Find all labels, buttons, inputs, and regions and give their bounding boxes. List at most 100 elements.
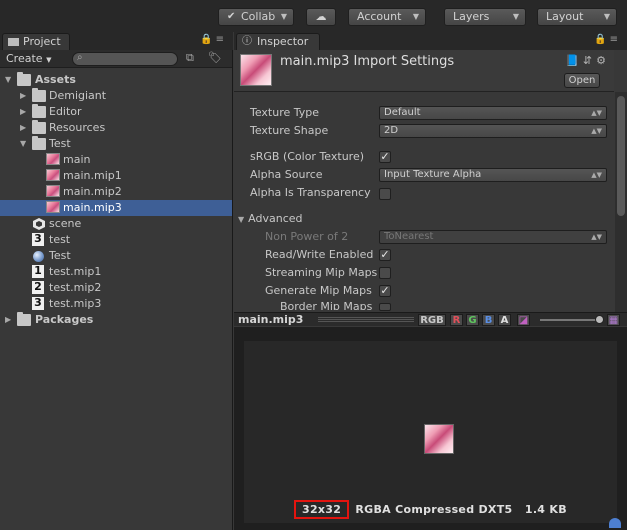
- chevron-down-icon: ▼: [280, 12, 287, 21]
- streaming-mip-label: Streaming Mip Maps: [265, 266, 378, 279]
- fold-closed-icon[interactable]: ▶: [20, 120, 26, 136]
- fold-closed-icon[interactable]: ▶: [20, 104, 26, 120]
- tree-item-main-mip2[interactable]: main.mip2: [0, 184, 232, 200]
- fold-open-icon[interactable]: ▼: [238, 215, 244, 224]
- tree-item-label: test.mip1: [49, 265, 102, 278]
- alpha-transparency-checkbox[interactable]: [379, 188, 391, 200]
- srgb-checkbox[interactable]: ✓: [379, 151, 391, 163]
- dropdown-value: Input Texture Alpha: [384, 169, 482, 180]
- mip-level-slider[interactable]: [540, 315, 604, 324]
- tree-item-test-3[interactable]: 3 test: [0, 232, 232, 248]
- texture-type-dropdown[interactable]: Default ▲▼: [379, 106, 607, 120]
- tree-item-main-mip3[interactable]: main.mip3: [0, 200, 232, 216]
- filter-by-label-icon[interactable]: 🏷: [208, 51, 222, 64]
- layers-dropdown[interactable]: Layers ▼: [444, 8, 526, 26]
- account-dropdown[interactable]: Account ▼: [348, 8, 426, 26]
- collab-button[interactable]: ✔ Collab ▼: [218, 8, 294, 26]
- tab-project[interactable]: Project: [2, 33, 70, 50]
- generate-mip-checkbox[interactable]: ✓: [379, 285, 391, 297]
- advanced-label: Advanced: [248, 212, 303, 225]
- tree-item-label: main.mip3: [63, 201, 122, 214]
- cloud-icon: ☁: [315, 10, 327, 23]
- tree-item-label: Resources: [49, 121, 106, 134]
- fold-closed-icon[interactable]: ▶: [20, 88, 26, 104]
- folder-icon: [8, 38, 19, 46]
- search-input[interactable]: [89, 53, 175, 65]
- tree-item-test-material[interactable]: Test: [0, 248, 232, 264]
- presets-icon[interactable]: ⇵: [583, 54, 596, 67]
- texture-thumbnail-icon: [46, 185, 60, 197]
- gear-icon[interactable]: ⚙: [596, 54, 610, 67]
- tree-item-resources[interactable]: ▶ Resources: [0, 120, 232, 136]
- dropdown-value: Default: [384, 107, 421, 118]
- scrollbar-thumb[interactable]: [617, 96, 625, 216]
- help-book-icon[interactable]: 📘: [565, 54, 583, 67]
- streaming-mip-checkbox[interactable]: [379, 267, 391, 279]
- tree-item-editor[interactable]: ▶ Editor: [0, 104, 232, 120]
- main-toolbar: ✔ Collab ▼ ☁ Account ▼ Layers ▼ Layout ▼: [0, 0, 627, 32]
- inspector-scrollbar[interactable]: [615, 92, 627, 314]
- slider-knob[interactable]: [595, 315, 604, 324]
- create-dropdown[interactable]: Create ▼: [6, 51, 51, 66]
- texture-shape-dropdown[interactable]: 2D ▲▼: [379, 124, 607, 138]
- texture-thumbnail-icon: [46, 169, 60, 181]
- texture-thumbnail-icon: [46, 201, 60, 213]
- search-field[interactable]: ⌕: [72, 52, 178, 66]
- filter-by-type-icon[interactable]: ⧉: [186, 51, 194, 65]
- npot-label: Non Power of 2: [265, 230, 349, 243]
- border-mip-checkbox[interactable]: [379, 303, 391, 311]
- inspector-header: main.mip3 Import Settings 📘⇵⚙ Open: [234, 50, 614, 92]
- fold-closed-icon[interactable]: ▶: [5, 312, 11, 328]
- panel-menu-icon[interactable]: 🔒≡: [200, 34, 227, 45]
- readwrite-label: Read/Write Enabled: [265, 248, 374, 261]
- tree-item-test-mip1[interactable]: 1 test.mip1: [0, 264, 232, 280]
- tree-item-assets[interactable]: ▼ Assets: [0, 72, 232, 88]
- tab-inspector[interactable]: ⓘ Inspector: [236, 33, 320, 50]
- tree-item-main-mip1[interactable]: main.mip1: [0, 168, 232, 184]
- project-toolbar: Create ▼ ⌕ ⧉ 🏷: [0, 50, 232, 68]
- alpha-blend-icon[interactable]: ◪: [517, 314, 530, 326]
- alpha-transparency-label: Alpha Is Transparency: [250, 186, 371, 199]
- panel-menu-icon[interactable]: 🔒≡: [594, 34, 621, 45]
- alpha-source-dropdown[interactable]: Input Texture Alpha ▲▼: [379, 168, 607, 182]
- texture-number-icon: 1: [32, 265, 44, 278]
- preview-canvas: [244, 341, 617, 523]
- updown-arrow-icon: ▲▼: [591, 233, 602, 241]
- updown-arrow-icon: ▲▼: [591, 109, 602, 117]
- search-icon: ⌕: [77, 52, 83, 63]
- chevron-down-icon: ▼: [603, 12, 610, 21]
- tree-item-packages[interactable]: ▶ Packages: [0, 312, 232, 328]
- tree-item-label: test: [49, 233, 71, 246]
- inspector-panel: main.mip3 Import Settings 📘⇵⚙ Open Textu…: [234, 50, 627, 530]
- fold-open-icon[interactable]: ▼: [5, 72, 11, 88]
- open-button[interactable]: Open: [564, 73, 600, 88]
- texture-number-icon: 3: [32, 233, 44, 246]
- tree-item-main[interactable]: main: [0, 152, 232, 168]
- folder-icon: [32, 120, 46, 134]
- channel-rgb-button[interactable]: RGB: [418, 314, 446, 326]
- checkmark-icon: ✔: [227, 11, 236, 22]
- folder-icon: [17, 72, 31, 86]
- channel-b-button[interactable]: B: [482, 314, 495, 326]
- tree-item-scene[interactable]: scene: [0, 216, 232, 232]
- tree-item-test-folder[interactable]: ▼ Test: [0, 136, 232, 152]
- tree-item-test-mip2[interactable]: 2 test.mip2: [0, 280, 232, 296]
- fold-open-icon[interactable]: ▼: [20, 136, 26, 152]
- cloud-button[interactable]: ☁: [306, 8, 336, 26]
- texture-number-icon: 3: [32, 297, 44, 310]
- npot-dropdown[interactable]: ToNearest ▲▼: [379, 230, 607, 244]
- readwrite-checkbox[interactable]: ✓: [379, 249, 391, 261]
- layout-dropdown[interactable]: Layout ▼: [537, 8, 617, 26]
- folder-icon: [32, 104, 46, 118]
- tree-item-demigiant[interactable]: ▶ Demigiant: [0, 88, 232, 104]
- resize-grip[interactable]: [318, 317, 414, 323]
- channel-a-button[interactable]: A: [498, 314, 511, 326]
- channel-r-button[interactable]: R: [450, 314, 463, 326]
- project-tabbar: Project 🔒≡: [0, 32, 233, 50]
- alpha-source-label: Alpha Source: [250, 168, 323, 181]
- tree-item-test-mip3[interactable]: 3 test.mip3: [0, 296, 232, 312]
- info-icon: ⓘ: [242, 36, 252, 47]
- advanced-foldout[interactable]: ▼ Advanced: [238, 211, 303, 227]
- checker-icon[interactable]: ▦: [607, 314, 620, 326]
- channel-g-button[interactable]: G: [466, 314, 479, 326]
